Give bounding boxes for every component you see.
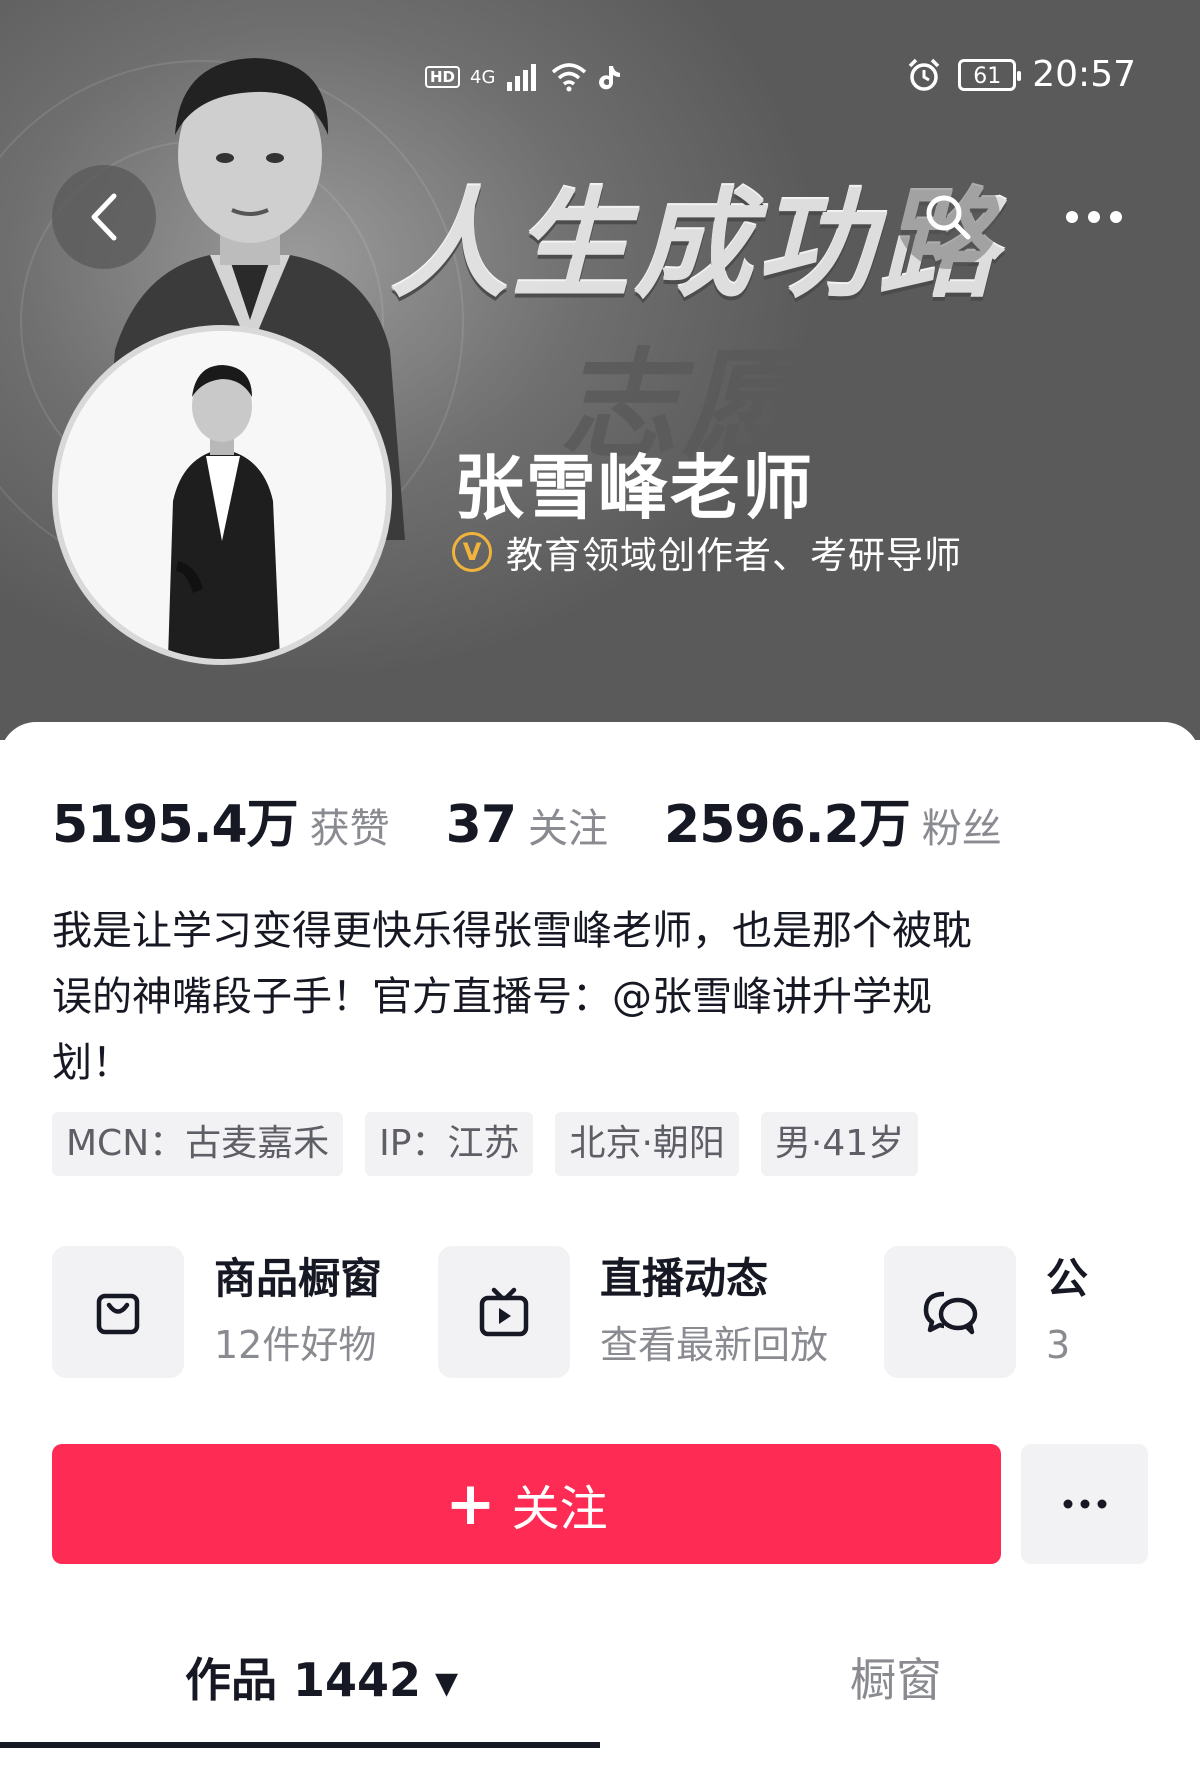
clock: 20:57 [1032, 54, 1136, 95]
stat-value: 37 [445, 795, 517, 855]
stat-label: 粉丝 [921, 806, 1002, 852]
tv-play-icon [479, 1287, 529, 1337]
status-bar: HD 4G 61 20:57 [0, 54, 1200, 108]
stat-followers[interactable]: 2596.2万 粉丝 [664, 782, 1002, 857]
tab-works[interactable]: 作品 1442 ▼ [185, 1630, 458, 1730]
caret-down-icon: ▼ [435, 1665, 459, 1701]
tab-shop-window[interactable]: 橱窗 [850, 1630, 942, 1730]
search-icon [926, 195, 971, 240]
follow-button[interactable]: + 关注 [52, 1444, 1001, 1564]
shopping-bag-icon [96, 1293, 140, 1335]
stat-value: 5195.4万 [52, 795, 299, 855]
tag-mcn: MCN：古麦嘉禾 [52, 1112, 344, 1176]
back-button[interactable] [52, 165, 156, 269]
feature-entries: 商品橱窗 12件好物 直播动态 查看最新回放 公 3 [52, 1246, 1144, 1378]
feature-subtitle: 查看最新回放 [600, 1323, 829, 1367]
feature-group-chat[interactable]: 公 3 [884, 1246, 1088, 1378]
tiktok-notification-icon [599, 66, 621, 90]
feature-title: 公 [1046, 1254, 1089, 1303]
feature-subtitle: 12件好物 [214, 1323, 377, 1367]
tab-works-label: 作品 1442 [185, 1653, 422, 1707]
feature-icon-box [438, 1246, 571, 1378]
follow-button-label: 关注 [511, 1481, 608, 1537]
profile-tags: MCN：古麦嘉禾 IP：江苏 北京·朝阳 男·41岁 [52, 1112, 919, 1176]
bio-line: 误的神嘴段子手！官方直播号：@张雪峰讲升学规 [52, 974, 932, 1020]
avatar[interactable] [52, 325, 392, 665]
stat-value: 2596.2万 [664, 795, 911, 855]
stat-label: 获赞 [309, 806, 390, 852]
feature-live-updates[interactable]: 直播动态 查看最新回放 [438, 1246, 828, 1378]
tag-location: 北京·朝阳 [555, 1112, 739, 1176]
hd-badge: HD [425, 66, 461, 88]
feature-icon-box [884, 1246, 1017, 1378]
profile-name: 张雪峰老师 [454, 447, 814, 529]
chevron-left-icon [91, 193, 117, 241]
search-button[interactable] [896, 165, 1000, 269]
battery-indicator: 61 [958, 58, 1022, 91]
active-tab-indicator [0, 1742, 600, 1748]
feature-icon-box [52, 1246, 184, 1378]
signal-icon [507, 64, 537, 91]
verification-row: V 教育领域创作者、考研导师 [452, 525, 962, 579]
verified-badge-icon: V [452, 532, 492, 572]
avatar-person-image [58, 331, 386, 659]
ellipsis-icon [1063, 1499, 1106, 1509]
more-actions-button[interactable] [1021, 1444, 1148, 1564]
feature-text: 直播动态 查看最新回放 [600, 1253, 828, 1371]
alarm-icon [909, 58, 940, 91]
content-tabs: 作品 1442 ▼ 橱窗 [0, 1630, 1200, 1730]
feature-shop-window[interactable]: 商品橱窗 12件好物 [52, 1246, 382, 1378]
stat-likes[interactable]: 5195.4万 获赞 [52, 782, 390, 857]
stat-label: 关注 [528, 806, 609, 852]
ellipsis-icon [1066, 211, 1122, 223]
network-label: 4G [470, 66, 496, 88]
tab-window-label: 橱窗 [850, 1653, 942, 1707]
tag-ip: IP：江苏 [365, 1112, 534, 1176]
bio-line: 我是让学习变得更快乐得张雪峰老师，也是那个被耽 [52, 908, 972, 954]
feature-text: 公 3 [1046, 1253, 1088, 1371]
tag-gender-age: 男·41岁 [760, 1112, 919, 1176]
profile-bio: 我是让学习变得更快乐得张雪峰老师，也是那个被耽 误的神嘴段子手！官方直播号：@张… [52, 898, 1132, 1096]
profile-banner: 人生成功路 志愿第一步 HD 4G 61 20:57 张雪峰老师 V 教育领域创… [0, 0, 1200, 740]
stats-row: 5195.4万 获赞 37 关注 2596.2万 粉丝 [52, 782, 1058, 857]
chat-bubbles-icon [923, 1291, 978, 1335]
feature-title: 商品橱窗 [214, 1254, 383, 1303]
status-right-group: 61 20:57 [906, 54, 1136, 95]
wifi-icon [552, 63, 587, 92]
feature-title: 直播动态 [600, 1254, 769, 1303]
verification-text: 教育领域创作者、考研导师 [506, 534, 962, 577]
profile-card: 5195.4万 获赞 37 关注 2596.2万 粉丝 我是让学习变得更快乐得张… [0, 722, 1200, 1781]
more-options-button[interactable] [1042, 165, 1146, 269]
stat-following[interactable]: 37 关注 [446, 795, 608, 855]
plus-icon: + [445, 1469, 496, 1539]
bio-line: 划！ [52, 1040, 132, 1086]
feature-text: 商品橱窗 12件好物 [214, 1253, 382, 1371]
status-left-group: HD 4G [425, 62, 623, 92]
feature-subtitle: 3 [1046, 1323, 1071, 1367]
